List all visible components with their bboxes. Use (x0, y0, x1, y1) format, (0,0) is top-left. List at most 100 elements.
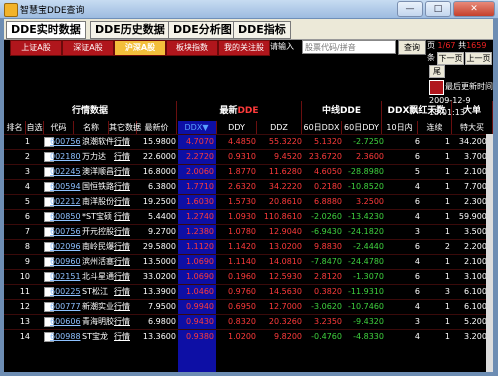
cell-hq[interactable]: 行情 (114, 225, 136, 239)
cell-rank: 7 (24, 227, 30, 236)
prev-page-button[interactable]: 上一页 (465, 52, 492, 65)
cell-ddx60: 23.6720 (308, 152, 342, 161)
cell-ddx: 1.0690 (186, 257, 214, 266)
cell-ddx: 1.1120 (186, 242, 214, 251)
column-header[interactable]: 连续 (418, 121, 452, 134)
cell-price: 15.9800 (142, 137, 176, 146)
cell-lx: 1 (444, 227, 450, 236)
column-header[interactable]: 最新价 (137, 121, 177, 134)
tab-analysis[interactable]: DDE分析图 (168, 21, 237, 39)
cell-code[interactable]: 600594 (50, 180, 81, 194)
table-row[interactable]: 13 600606 青海明胶 行情 6.9800 0.9430 0.8320 20.3260 3… (4, 314, 493, 329)
table-row[interactable]: 14 600988 ST宝龙 行情 13.3600 0.9380 1.0200 9.8200-… (4, 329, 493, 344)
column-header[interactable]: DDY (217, 121, 257, 134)
table-row[interactable]: 5 002212 南洋股份 行情 19.2500 1.6030 1.5730 20.8610 6… (4, 194, 493, 209)
cell-ddy: 0.8320 (228, 317, 256, 326)
cell-rank: 10 (19, 272, 30, 281)
table-row[interactable]: 9 600960 滨州活塞 行情 13.5000 1.0690 1.1140 14.0810-… (4, 254, 493, 269)
close-button[interactable]: ✕ (453, 1, 495, 17)
last-page-button[interactable]: 尾页 (429, 65, 445, 87)
next-page-button[interactable]: 下一页 (437, 52, 464, 65)
cell-ddy60: -11.9310 (348, 287, 384, 296)
search-button[interactable]: 查询 (398, 40, 426, 55)
column-header[interactable]: 60日DDX (302, 121, 342, 134)
market-tab-sh[interactable]: 上证A股 (10, 40, 62, 56)
cell-hq[interactable]: 行情 (114, 315, 136, 329)
cell-code[interactable]: 600850 (50, 210, 81, 224)
cell-ddz: 20.3260 (268, 317, 302, 326)
cell-hq[interactable]: 行情 (114, 285, 136, 299)
cell-hq[interactable]: 行情 (114, 240, 136, 254)
scrollbar[interactable] (486, 134, 493, 372)
tab-history[interactable]: DDE历史数据 (90, 21, 170, 39)
cell-ddx: 1.7710 (186, 182, 214, 191)
market-tab-sector[interactable]: 板块指数 (166, 40, 218, 56)
cell-hq[interactable]: 行情 (114, 330, 136, 344)
cell-hq[interactable]: 行情 (114, 195, 136, 209)
cell-code[interactable]: 600777 (50, 300, 81, 314)
table-row[interactable]: 7 600756 开元控股 行情 9.2700 1.2380 1.0780 12.9040 -6… (4, 224, 493, 239)
cell-hq[interactable]: 行情 (114, 210, 136, 224)
market-tab-sz[interactable]: 深证A股 (62, 40, 114, 56)
cell-hq[interactable]: 行情 (114, 255, 136, 269)
table-row[interactable]: 11 600225 ST松江 行情 13.3900 1.0460 0.9760 14.5630… (4, 284, 493, 299)
cell-code[interactable]: 600988 (50, 330, 81, 344)
column-header[interactable]: DDX▼ (177, 121, 217, 134)
market-tab-watchlist[interactable]: 我的关注股 (218, 40, 270, 56)
column-header[interactable]: DDZ (257, 121, 302, 134)
table-row[interactable]: 12 600777 新潮实业 行情 7.9500 0.9940 0.6950 12.7000-… (4, 299, 493, 314)
tab-indicator[interactable]: DDE指标 (233, 21, 291, 39)
cell-ddx: 0.9940 (186, 302, 214, 311)
cell-hq[interactable]: 行情 (114, 135, 136, 149)
cell-code[interactable]: 600225 (50, 285, 81, 299)
cell-hq[interactable]: 行情 (114, 300, 136, 314)
cell-price: 13.3900 (142, 287, 176, 296)
table-row[interactable]: 3 002245 澳洋顺昌 行情 16.8000 2.0060 1.8770 11.6280 4… (4, 164, 493, 179)
cell-name: 南洋股份 (82, 197, 114, 206)
cell-code[interactable]: 600756 (50, 225, 81, 239)
column-header[interactable]: 特大买 (452, 121, 493, 134)
cell-ddx60: 0.2180 (314, 182, 342, 191)
column-header[interactable]: 10日内 (382, 121, 418, 134)
cell-ddx60: 4.6050 (314, 167, 342, 176)
minimize-button[interactable]: — (397, 1, 423, 17)
column-header[interactable]: 名称 (74, 121, 109, 134)
cell-code[interactable]: 002245 (50, 165, 81, 179)
table-row[interactable]: 6 600850 *ST宝硕 行情 5.4400 1.2740 1.0930 110.8610… (4, 209, 493, 224)
column-header[interactable]: 自选 (26, 121, 44, 134)
cell-lx: 1 (444, 182, 450, 191)
table-row[interactable]: 4 600594 国恒铁路 行情 6.3800 1.7710 2.6320 34.2220 0.… (4, 179, 493, 194)
column-header[interactable]: 60日DDY (342, 121, 382, 134)
cell-lx: 1 (444, 212, 450, 221)
table-row[interactable]: 10 002151 北斗星通 行情 33.0200 1.0690 0.1960 12.5930… (4, 269, 493, 284)
cell-code[interactable]: 600606 (50, 315, 81, 329)
market-tab-hs[interactable]: 沪深A股 (114, 40, 166, 56)
cell-hq[interactable]: 行情 (114, 270, 136, 284)
column-header[interactable]: 其它数据 (109, 121, 141, 134)
table-row[interactable]: 1 600756 浪潮软件 行情 15.9800 4.7070 4.4850 55.3220 5… (4, 134, 493, 149)
cell-code[interactable]: 002151 (50, 270, 81, 284)
table-row[interactable]: 8 002096 南岭民爆 行情 29.5800 1.1120 1.1420 13.0200 9… (4, 239, 493, 254)
cell-code[interactable]: 002212 (50, 195, 81, 209)
table-row[interactable]: 2 002180 万力达 行情 22.6000 2.2720 0.9310 9.4520 23.… (4, 149, 493, 164)
cell-name: 开元控股 (82, 227, 114, 236)
cell-hq[interactable]: 行情 (114, 150, 136, 164)
cell-code[interactable]: 002096 (50, 240, 81, 254)
cell-ddx60: 2.8120 (314, 272, 342, 281)
cell-hq[interactable]: 行情 (114, 165, 136, 179)
cell-name: 澳洋顺昌 (82, 167, 114, 176)
column-header[interactable]: 排名 (4, 121, 26, 134)
search-input[interactable] (302, 40, 396, 54)
cell-code[interactable]: 600960 (50, 255, 81, 269)
cell-lx: 1 (444, 302, 450, 311)
cell-code[interactable]: 002180 (50, 150, 81, 164)
cell-rank: 13 (19, 317, 30, 326)
cell-ddy: 4.4850 (228, 137, 256, 146)
cell-hq[interactable]: 行情 (114, 180, 136, 194)
cell-name: 国恒铁路 (82, 182, 114, 191)
cell-price: 7.9500 (148, 302, 176, 311)
cell-code[interactable]: 600756 (50, 135, 81, 149)
tab-realtime[interactable]: DDE实时数据 (6, 21, 86, 39)
maximize-button[interactable]: □ (425, 1, 451, 17)
column-header[interactable]: 代码 (44, 121, 74, 134)
